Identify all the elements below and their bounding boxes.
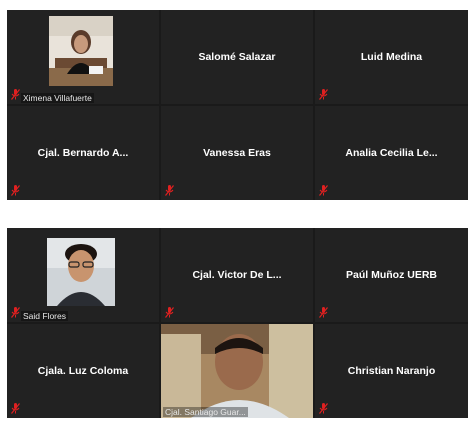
participant-name: Luid Medina [360,51,423,63]
participant-name-label: Cjal. Santiago Guar... [163,407,248,417]
participant-photo [49,16,113,86]
participant-name-label: Ximena Villafuerte [21,93,94,103]
participant-name: Christian Naranjo [347,365,436,377]
participant-tile-vanessa[interactable]: Vanessa Eras [161,106,313,200]
mic-muted-icon [319,89,328,100]
participant-tile-analia[interactable]: Analia Cecilia Le... [315,106,468,200]
mic-muted-icon [11,307,20,318]
participant-tile-christian[interactable]: Christian Naranjo [315,324,468,418]
participant-name-label: Said Flores [21,311,68,321]
mic-muted-icon [319,307,328,318]
mic-muted-icon [11,89,20,100]
participant-tile-paul[interactable]: Paúl Muñoz UERB [315,228,468,322]
participant-tile-bernardo[interactable]: Cjal. Bernardo A... [7,106,159,200]
mic-muted-icon [165,185,174,196]
participant-name: Cjala. Luz Coloma [37,365,129,377]
mic-muted-icon [11,185,20,196]
mic-muted-icon [319,403,328,414]
mic-muted-icon [11,403,20,414]
participant-name: Vanessa Eras [203,147,271,159]
participant-name: Cjal. Victor De L... [192,269,282,281]
mic-muted-icon [319,185,328,196]
participant-tile-santiago[interactable]: Cjal. Santiago Guar... [161,324,313,418]
participant-name: Cjal. Bernardo A... [37,147,129,159]
participant-name: Paúl Muñoz UERB [346,269,437,281]
participant-video [161,324,313,418]
participant-tile-victor[interactable]: Cjal. Victor De L... [161,228,313,322]
participant-tile-said[interactable]: Said Flores [7,228,159,322]
participant-grid-bottom: Said Flores Cjal. Victor De L... Paúl Mu… [7,228,468,418]
participant-tile-salome[interactable]: Salomé Salazar [161,10,313,104]
participant-photo [47,238,115,306]
participant-tile-ximena[interactable]: Ximena Villafuerte [7,10,159,104]
participant-grid-top: Ximena Villafuerte Salomé Salazar Luid M… [7,10,468,200]
mic-muted-icon [165,307,174,318]
participant-tile-luid[interactable]: Luid Medina [315,10,468,104]
participant-tile-luz[interactable]: Cjala. Luz Coloma [7,324,159,418]
participant-name: Salomé Salazar [198,51,276,63]
participant-name: Analia Cecilia Le... [345,147,438,159]
